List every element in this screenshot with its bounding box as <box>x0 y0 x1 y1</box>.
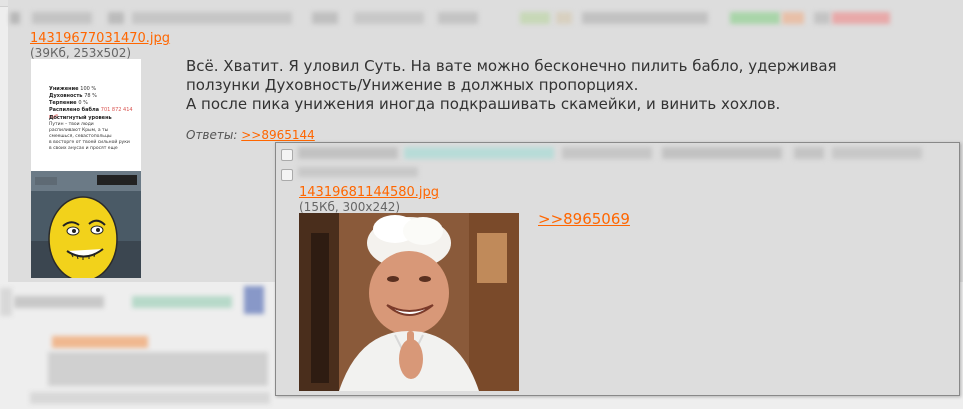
thumbnail-stat-row: Терпение 0 % <box>49 100 141 107</box>
post-preview-popup: 14319681144580.jpg (15Кб, 300x242) >>896… <box>275 142 960 396</box>
reply-link[interactable]: >>8965144 <box>241 128 315 142</box>
thumbnail-level-title: Достигнутый уровень <box>49 115 112 121</box>
popup-file-info: (15Кб, 300x242) <box>299 200 401 214</box>
post-thumbnail[interactable]: Унижение 100 % Духовность 78 % Терпение 0 … <box>31 59 141 278</box>
popup-thumbnail[interactable] <box>299 213 519 391</box>
replies-label: Ответы: <box>186 128 238 142</box>
post-select-checkbox[interactable] <box>281 149 293 161</box>
post-file-info: (39Кб, 253x502) <box>30 46 132 60</box>
thumbnail-stat-label: Унижение <box>49 86 81 92</box>
thumbnail-level-line: в своих анусах и просят еще <box>49 146 118 151</box>
chef-photo-image <box>299 213 519 391</box>
meme-face-image <box>31 171 141 278</box>
thumbnail-stat-label: Терпение <box>49 100 79 106</box>
post-file-link[interactable]: 14319677031470.jpg <box>30 31 170 46</box>
post-message: Всё. Хватит. Я уловил Суть. На вате можн… <box>186 57 886 114</box>
popup-select-checkbox[interactable] <box>281 169 293 181</box>
message-line: Всё. Хватит. Я уловил Суть. На вате можн… <box>186 57 837 75</box>
thumbnail-stat-value: 0 % <box>78 100 88 106</box>
thumbnail-stat-label: Распилено бабла <box>49 107 101 113</box>
thumbnail-stat-value: 100 % <box>80 86 97 92</box>
thumbnail-stat-value: 78 % <box>84 93 97 99</box>
thumbnail-stat-row: Духовность 78 % <box>49 93 141 100</box>
message-line: А после пика унижения иногда подкрашиват… <box>186 95 781 113</box>
popup-file-link[interactable]: 14319681144580.jpg <box>299 185 439 200</box>
popup-quote-link[interactable]: >>8965069 <box>538 210 630 228</box>
thumbnail-stat-row: Унижение 100 % <box>49 86 141 93</box>
thumbnail-stat-label: Духовность <box>49 93 85 99</box>
message-line: ползунки Духовность/Унижение в должных п… <box>186 76 639 94</box>
post-replies: Ответы: >>8965144 <box>186 128 315 142</box>
thumbnail-level-text: Путин – твои люди распиливают Крым, а ты с… <box>49 122 130 152</box>
